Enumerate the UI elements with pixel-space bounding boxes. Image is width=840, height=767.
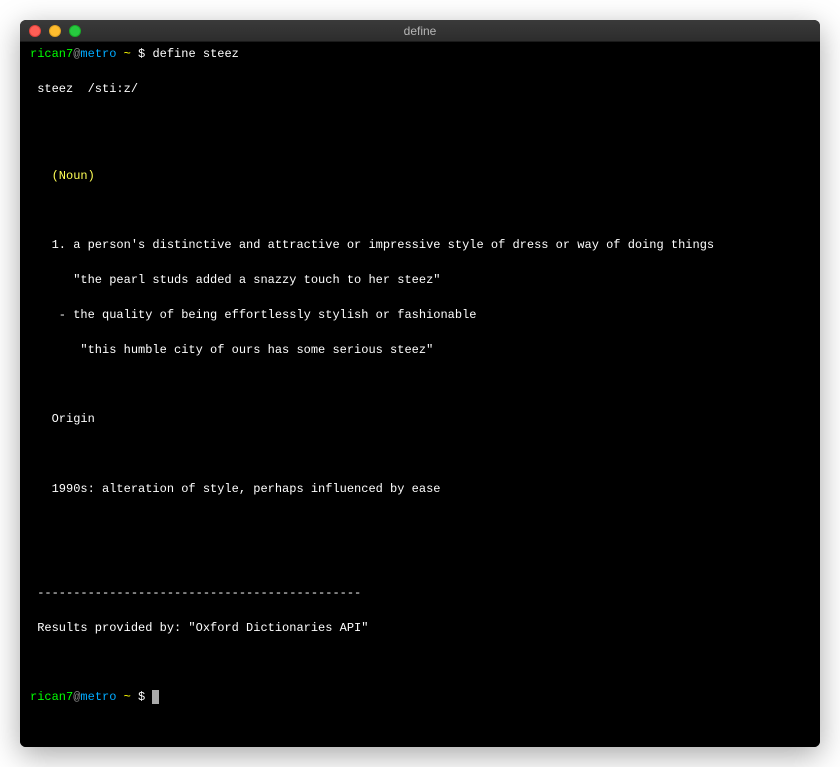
prompt-path: ~ (124, 47, 131, 61)
blank (30, 655, 810, 672)
output-def1: 1. a person's distinctive and attractive… (30, 237, 810, 254)
prompt-line-1: rican7@metro ~ $ define steez (30, 46, 810, 63)
output-origin-text: 1990s: alteration of style, perhaps infl… (30, 481, 810, 498)
blank (30, 376, 810, 393)
prompt-host: metro (80, 690, 116, 704)
zoom-icon[interactable] (69, 25, 81, 37)
window-title: define (20, 24, 820, 38)
output-headword: steez /sti:z/ (30, 81, 810, 98)
terminal-window: define rican7@metro ~ $ define steez ste… (20, 20, 820, 747)
prompt-path: ~ (124, 690, 131, 704)
close-icon[interactable] (29, 25, 41, 37)
output-origin-label: Origin (30, 411, 810, 428)
titlebar[interactable]: define (20, 20, 820, 42)
output-divider: ----------------------------------------… (30, 585, 810, 602)
output-sub1: - the quality of being effortlessly styl… (30, 307, 810, 324)
traffic-lights (20, 25, 81, 37)
command-text: define steez (152, 47, 238, 61)
prompt-line-2: rican7@metro ~ $ (30, 689, 810, 706)
output-ex1: "the pearl studs added a snazzy touch to… (30, 272, 810, 289)
blank (30, 550, 810, 567)
output-attribution: Results provided by: "Oxford Dictionarie… (30, 620, 810, 637)
output-subex1: "this humble city of ours has some serio… (30, 342, 810, 359)
prompt-host: metro (80, 47, 116, 61)
minimize-icon[interactable] (49, 25, 61, 37)
cursor-icon (152, 690, 159, 704)
blank (30, 133, 810, 150)
prompt-user: rican7 (30, 690, 73, 704)
blank (30, 203, 810, 220)
prompt-at: @ (73, 690, 80, 704)
output-pos: (Noun) (30, 168, 810, 185)
terminal-body[interactable]: rican7@metro ~ $ define steez steez /sti… (20, 42, 820, 747)
prompt-dollar: $ (138, 47, 145, 61)
blank (30, 446, 810, 463)
blank (30, 516, 810, 533)
prompt-user: rican7 (30, 47, 73, 61)
prompt-dollar: $ (138, 690, 145, 704)
